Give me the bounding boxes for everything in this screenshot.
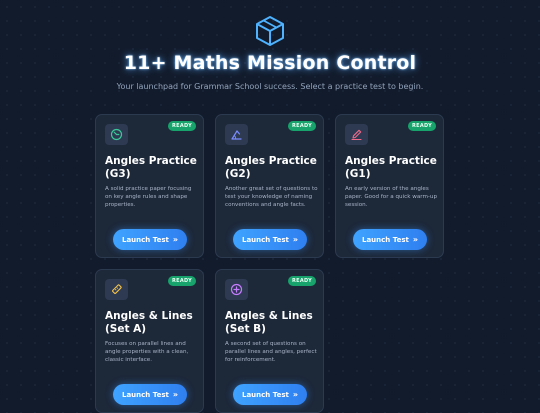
chevron-double-right-icon: » xyxy=(292,235,298,244)
card-icon-box xyxy=(225,279,248,300)
chevron-double-right-icon: » xyxy=(172,235,178,244)
page-title: 11+ Maths Mission Control xyxy=(123,52,417,74)
launch-test-button[interactable]: Launch Test » xyxy=(113,384,187,405)
status-badge: READY xyxy=(167,121,196,131)
card-description: Another great set of questions to test y… xyxy=(225,186,318,208)
status-badge: READY xyxy=(287,121,316,131)
card-description: Focuses on parallel lines and angle prop… xyxy=(105,341,189,363)
test-card-angles-g2: READY Angles Practice (G2) Another great… xyxy=(215,114,324,258)
status-badge: READY xyxy=(407,121,436,131)
launch-test-button[interactable]: Launch Test » xyxy=(233,229,307,250)
launch-test-button[interactable]: Launch Test » xyxy=(233,384,307,405)
test-card-angles-lines-b: READY Angles & Lines (Set B) A second se… xyxy=(215,269,324,413)
status-badge: READY xyxy=(287,276,316,286)
test-card-angles-lines-a: READY Angles & Lines (Set A) Focuses on … xyxy=(95,269,204,413)
card-icon-box xyxy=(105,279,128,300)
launch-test-button[interactable]: Launch Test » xyxy=(113,229,187,250)
card-description: A solid practice paper focusing on key a… xyxy=(105,186,192,208)
cube-logo-icon xyxy=(256,16,284,46)
card-title: Angles & Lines (Set A) xyxy=(105,310,193,335)
card-title: Angles Practice (G2) xyxy=(225,155,317,180)
launch-test-button[interactable]: Launch Test » xyxy=(353,229,427,250)
card-description: A second set of questions on parallel li… xyxy=(225,341,317,363)
chevron-double-right-icon: » xyxy=(172,390,178,399)
ruler-icon xyxy=(112,284,122,294)
launch-test-label: Launch Test xyxy=(242,235,289,244)
chevron-double-right-icon: » xyxy=(412,235,418,244)
card-description: An early version of the angles paper. Go… xyxy=(345,186,438,208)
launch-test-label: Launch Test xyxy=(122,390,169,399)
card-title: Angles & Lines (Set B) xyxy=(225,310,313,335)
test-card-angles-g1: READY Angles Practice (G1) An early vers… xyxy=(335,114,444,258)
launch-test-label: Launch Test xyxy=(242,390,289,399)
page-subtitle: Your launchpad for Grammar School succes… xyxy=(116,82,424,91)
pencil-icon xyxy=(351,129,362,141)
card-title: Angles Practice (G1) xyxy=(345,155,437,180)
test-card-angles-g3: READY Angles Practice (G3) A solid pract… xyxy=(95,114,204,258)
card-icon-box xyxy=(225,124,248,145)
angle-circle-icon xyxy=(110,128,123,141)
card-icon-box xyxy=(345,124,368,145)
launch-test-label: Launch Test xyxy=(122,235,169,244)
launch-test-label: Launch Test xyxy=(362,235,409,244)
plus-circle-icon xyxy=(230,283,243,296)
protractor-icon xyxy=(231,130,242,140)
card-icon-box xyxy=(105,124,128,145)
status-badge: READY xyxy=(167,276,196,286)
chevron-double-right-icon: » xyxy=(292,390,298,399)
card-title: Angles Practice (G3) xyxy=(105,155,197,180)
